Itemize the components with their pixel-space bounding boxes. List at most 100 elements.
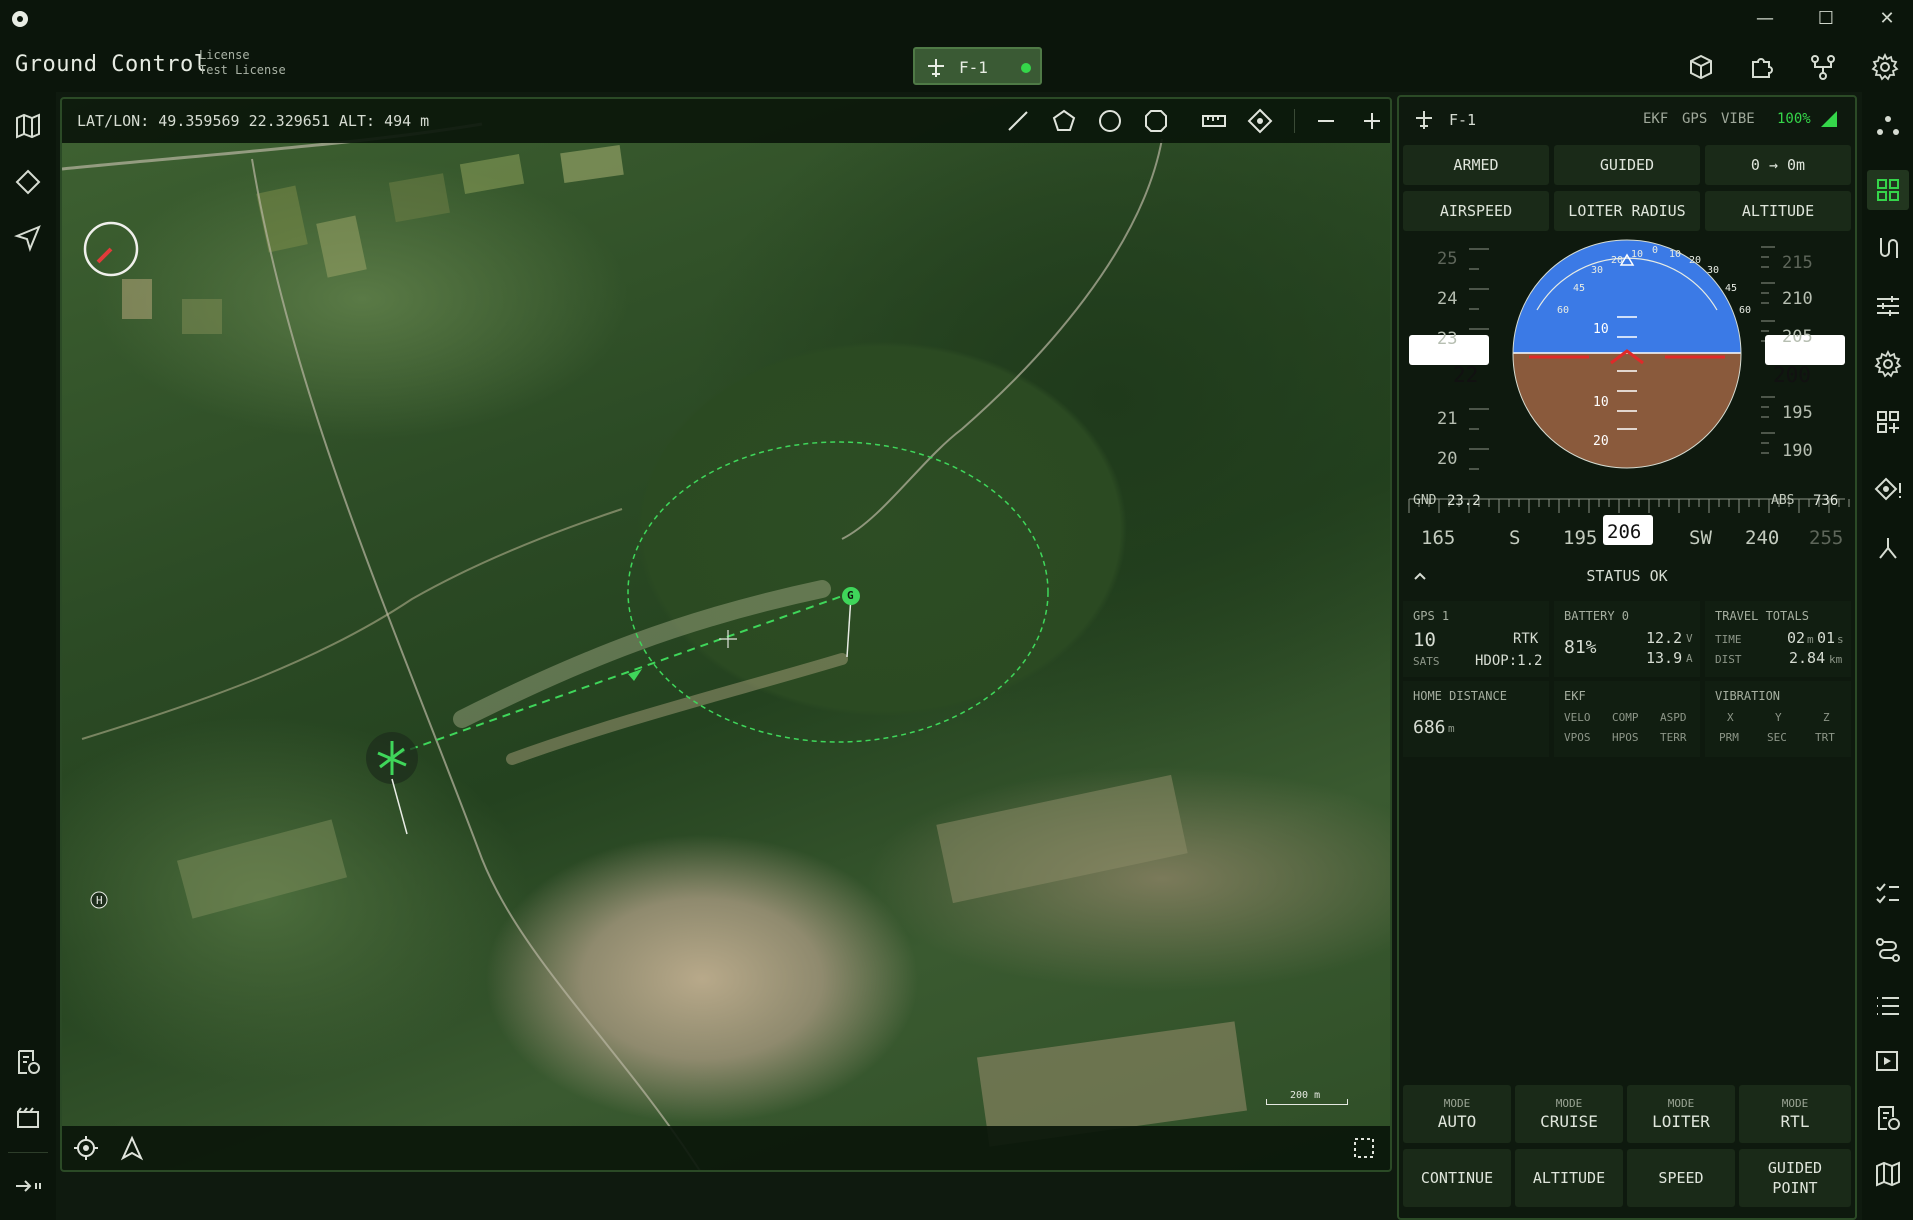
mode-auto-button[interactable]: MODE AUTO — [1403, 1085, 1511, 1143]
sliders-icon[interactable] — [1872, 290, 1904, 322]
landing-icon[interactable] — [1872, 532, 1904, 564]
compass-label: 255 — [1809, 527, 1844, 549]
speed-tick-23: 23 — [1437, 329, 1458, 349]
speed-command-button[interactable]: SPEED — [1627, 1149, 1735, 1207]
settings-gear-icon[interactable] — [1868, 50, 1902, 84]
settings-gear-icon[interactable] — [1872, 348, 1904, 380]
mode-cruise-button[interactable]: MODE CRUISE — [1515, 1085, 1623, 1143]
checklist-icon[interactable] — [1872, 878, 1904, 910]
mission-log-icon[interactable] — [1872, 1102, 1904, 1134]
home-distance-unit: m — [1448, 722, 1455, 735]
joystick-icon[interactable] — [1872, 232, 1904, 264]
vibration-value: TRT — [1815, 731, 1835, 744]
locate-me-icon[interactable] — [72, 1134, 100, 1162]
gps-fix-type: RTK — [1513, 631, 1539, 647]
map-bottom-bar — [62, 1126, 1390, 1170]
airspeed-current: 22 — [1453, 363, 1479, 387]
abs-altitude-value: 736 — [1813, 493, 1839, 509]
vehicle-selector[interactable]: F-1 — [913, 47, 1042, 85]
altitude-target-button[interactable]: 0 → 0m — [1705, 145, 1851, 185]
cube-icon[interactable] — [1684, 50, 1718, 84]
mode-loiter-button[interactable]: MODE LOITER — [1627, 1085, 1735, 1143]
draw-line-icon[interactable] — [1004, 107, 1032, 135]
close-button[interactable]: ✕ — [1867, 6, 1907, 32]
vibration-axis: Y — [1775, 711, 1782, 724]
guided-point-button[interactable]: GUIDED POINT — [1739, 1149, 1851, 1207]
ekf-item: COMP — [1612, 711, 1639, 724]
pitch-label-down: 10 — [1593, 395, 1609, 410]
navigate-icon[interactable] — [12, 222, 44, 254]
draw-circle-icon[interactable] — [1096, 107, 1124, 135]
list-icon[interactable] — [1872, 990, 1904, 1022]
collapse-sidebar-icon[interactable] — [12, 1170, 44, 1202]
map-icon[interactable] — [1872, 1158, 1904, 1190]
draw-polygon-icon[interactable] — [1050, 107, 1078, 135]
vibration-card: VIBRATION X Y Z PRM SEC TRT — [1705, 681, 1851, 757]
mode-rtl-button[interactable]: MODE RTL — [1739, 1085, 1851, 1143]
altitude-button[interactable]: ALTITUDE — [1705, 191, 1851, 231]
zoom-out-icon[interactable] — [1312, 107, 1340, 135]
ground-speed-value: 23.2 — [1447, 493, 1481, 509]
gps-indicator: GPS — [1682, 111, 1708, 127]
altitude-command-button[interactable]: ALTITUDE — [1515, 1149, 1623, 1207]
ekf-indicator: EKF — [1643, 111, 1669, 127]
vibration-value: SEC — [1767, 731, 1787, 744]
title-bar: — ☐ ✕ — [0, 0, 1913, 38]
video-clapper-icon[interactable] — [12, 1102, 44, 1134]
home-marker-label[interactable]: H — [96, 894, 103, 907]
travel-totals-card: TRAVEL TOTALS TIME 02 m 01 s DIST 2.84 k… — [1705, 601, 1851, 677]
mission-log-icon[interactable] — [12, 1046, 44, 1078]
mode-sub-label: MODE — [1667, 1097, 1695, 1110]
continue-button[interactable]: CONTINUE — [1403, 1149, 1511, 1207]
roll-mark: 10 — [1631, 249, 1644, 260]
maximize-button[interactable]: ☐ — [1806, 6, 1846, 32]
home-distance-value: 686 — [1413, 717, 1446, 738]
draw-shape-icon[interactable] — [1142, 107, 1170, 135]
status-text: STATUS OK — [1586, 567, 1668, 585]
minimize-button[interactable]: — — [1745, 6, 1785, 32]
altitude-label: ALT: — [338, 112, 376, 130]
compass-label: 165 — [1421, 527, 1456, 549]
zoom-in-icon[interactable] — [1358, 107, 1386, 135]
map-icon[interactable] — [12, 110, 44, 142]
vibration-value: PRM — [1719, 731, 1739, 744]
selection-box-icon[interactable] — [1352, 1136, 1376, 1160]
travel-dist-unit: km — [1829, 653, 1843, 666]
primary-flight-display — [1408, 239, 1850, 545]
license-label: License — [199, 48, 250, 62]
add-widget-icon[interactable] — [1872, 406, 1904, 438]
latitude-value: 49.359569 — [158, 112, 240, 130]
roll-mark: 30 — [1707, 265, 1720, 276]
roll-mark: 60 — [1557, 305, 1570, 316]
roll-mark: 10 — [1669, 249, 1682, 260]
ekf-title: EKF — [1564, 689, 1586, 703]
follow-vehicle-icon[interactable] — [118, 1134, 146, 1162]
coords-label: LAT/LON: — [77, 112, 150, 130]
toolbar-divider — [1294, 109, 1295, 133]
alert-diamond-icon[interactable] — [1872, 474, 1904, 506]
route-icon[interactable] — [1872, 934, 1904, 966]
guided-status-button[interactable]: GUIDED — [1554, 145, 1700, 185]
nodes-icon[interactable] — [1872, 110, 1904, 142]
waypoint-diamond-icon[interactable] — [12, 166, 44, 198]
battery-current: 13.9 — [1646, 649, 1683, 667]
battery-voltage-unit: V — [1686, 632, 1693, 645]
armed-status-button[interactable]: ARMED — [1403, 145, 1549, 185]
network-icon[interactable] — [1806, 50, 1840, 84]
map-view[interactable]: G H LAT/LON: 49.359569 22.329651 ALT: 49… — [60, 97, 1392, 1172]
center-target-icon[interactable] — [1246, 107, 1274, 135]
media-player-icon[interactable] — [1872, 1046, 1904, 1078]
ekf-item: ASPD — [1660, 711, 1687, 724]
gps-sats-value: 10 — [1413, 629, 1436, 651]
vibration-title: VIBRATION — [1715, 689, 1781, 703]
compass-label: 240 — [1745, 527, 1780, 549]
loiter-radius-button[interactable]: LOITER RADIUS — [1554, 191, 1700, 231]
license-info: License Test License — [199, 48, 286, 78]
airspeed-button[interactable]: AIRSPEED — [1403, 191, 1549, 231]
roll-mark: 30 — [1591, 265, 1604, 276]
puzzle-icon[interactable] — [1745, 50, 1779, 84]
longitude-value: 22.329651 — [248, 112, 330, 130]
dashboard-grid-icon[interactable] — [1872, 174, 1904, 206]
ruler-icon[interactable] — [1200, 107, 1228, 135]
speed-tick-20: 20 — [1437, 449, 1458, 469]
